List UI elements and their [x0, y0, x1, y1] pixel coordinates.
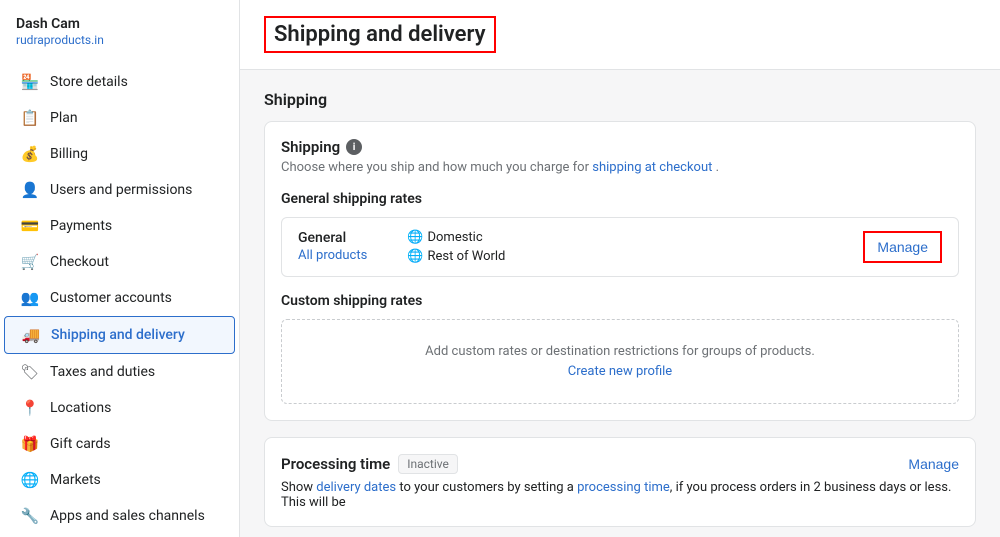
sidebar-item-payments[interactable]: 💳 Payments	[4, 208, 235, 244]
sidebar-item-label-shipping-delivery: Shipping and delivery	[51, 327, 185, 343]
sidebar-item-apps-sales-channels[interactable]: 🔧 Apps and sales channels	[4, 498, 235, 534]
checkout-icon: 🛒	[20, 252, 40, 272]
shipping-rate-row: General All products 🌐 Domestic 🌐 Rest o…	[281, 217, 959, 277]
sidebar-item-taxes-duties[interactable]: 🏷 Taxes and duties	[4, 354, 235, 390]
customer-accounts-icon: 👥	[20, 288, 40, 308]
shipping-section-title: Shipping	[264, 90, 976, 109]
general-rates-title: General shipping rates	[281, 191, 959, 207]
rate-destinations: 🌐 Domestic 🌐 Rest of World	[407, 230, 505, 264]
sidebar-item-customer-accounts[interactable]: 👥 Customer accounts	[4, 280, 235, 316]
gift-cards-icon: 🎁	[20, 434, 40, 454]
apps-sales-channels-icon: 🔧	[20, 506, 40, 526]
rate-label: General	[298, 230, 367, 246]
sidebar-item-shipping-delivery[interactable]: 🚚 Shipping and delivery	[4, 316, 235, 354]
page-header: Shipping and delivery	[240, 0, 1000, 70]
sidebar-item-gift-cards[interactable]: 🎁 Gift cards	[4, 426, 235, 462]
sidebar-item-label-payments: Payments	[50, 218, 112, 234]
locations-icon: 📍	[20, 398, 40, 418]
billing-icon: 💰	[20, 144, 40, 164]
sidebar-item-label-taxes-duties: Taxes and duties	[50, 364, 155, 380]
processing-title: Processing time	[281, 455, 390, 473]
store-name: Dash Cam	[16, 16, 223, 32]
globe-icon-world: 🌐	[407, 249, 423, 264]
manage-processing-button[interactable]: Manage	[908, 456, 959, 472]
sidebar-item-label-plan: Plan	[50, 110, 78, 126]
processing-time-link[interactable]: processing time	[577, 480, 670, 495]
users-permissions-icon: 👤	[20, 180, 40, 200]
taxes-duties-icon: 🏷	[20, 362, 40, 382]
sidebar-item-billing[interactable]: 💰 Billing	[4, 136, 235, 172]
sidebar-item-label-markets: Markets	[50, 472, 101, 488]
sidebar-item-locations[interactable]: 📍 Locations	[4, 390, 235, 426]
manage-general-rates-button[interactable]: Manage	[863, 231, 942, 263]
create-profile-link[interactable]: Create new profile	[568, 364, 672, 379]
processing-badge: Inactive	[398, 454, 458, 474]
sidebar-item-label-billing: Billing	[50, 146, 88, 162]
shipping-card: Shipping i Choose where you ship and how…	[264, 121, 976, 421]
custom-rates-text: Add custom rates or destination restrict…	[306, 344, 934, 359]
page-title: Shipping and delivery	[264, 16, 496, 53]
custom-rates-title: Custom shipping rates	[281, 293, 959, 309]
sidebar-item-label-checkout: Checkout	[50, 254, 109, 270]
processing-text: Show delivery dates to your customers by…	[281, 480, 959, 510]
sidebar-item-checkout[interactable]: 🛒 Checkout	[4, 244, 235, 280]
sidebar-item-label-locations: Locations	[50, 400, 111, 416]
markets-icon: 🌐	[20, 470, 40, 490]
rate-info: General All products 🌐 Domestic 🌐 Rest o…	[298, 230, 505, 264]
sidebar: Dash Cam rudraproducts.in 🏪 Store details…	[0, 0, 240, 537]
shipping-card-title: Shipping i	[281, 138, 959, 156]
rate-sublabel: All products	[298, 248, 367, 263]
sidebar-item-label-gift-cards: Gift cards	[50, 436, 111, 452]
sidebar-item-plan[interactable]: 📋 Plan	[4, 100, 235, 136]
shipping-card-subtitle: Choose where you ship and how much you c…	[281, 160, 959, 175]
main-content: Shipping and delivery Shipping Shipping …	[240, 0, 1000, 537]
sidebar-nav: 🏪 Store details 📋 Plan 💰 Billing 👤 Users and pe…	[0, 56, 239, 537]
sidebar-item-users-permissions[interactable]: 👤 Users and permissions	[4, 172, 235, 208]
shipping-checkout-link[interactable]: shipping at checkout	[592, 160, 712, 175]
shipping-delivery-icon: 🚚	[21, 325, 41, 345]
processing-time-card: Processing time Inactive Manage Show del…	[264, 437, 976, 527]
sidebar-item-label-store-details: Store details	[50, 74, 128, 90]
info-icon: i	[346, 139, 362, 155]
sidebar-item-label-customer-accounts: Customer accounts	[50, 290, 172, 306]
rate-destination-world: 🌐 Rest of World	[407, 249, 505, 264]
delivery-dates-link[interactable]: delivery dates	[316, 480, 396, 495]
rate-label-group: General All products	[298, 230, 367, 264]
sidebar-item-store-details[interactable]: 🏪 Store details	[4, 64, 235, 100]
sidebar-header: Dash Cam rudraproducts.in	[0, 0, 239, 56]
globe-icon-domestic: 🌐	[407, 230, 423, 245]
payments-icon: 💳	[20, 216, 40, 236]
plan-icon: 📋	[20, 108, 40, 128]
rate-destination-domestic: 🌐 Domestic	[407, 230, 505, 245]
store-details-icon: 🏪	[20, 72, 40, 92]
sidebar-item-label-apps-sales-channels: Apps and sales channels	[50, 508, 205, 524]
processing-title-row: Processing time Inactive	[281, 454, 458, 474]
sidebar-item-markets[interactable]: 🌐 Markets	[4, 462, 235, 498]
custom-rates-box: Add custom rates or destination restrict…	[281, 319, 959, 404]
processing-header: Processing time Inactive Manage	[281, 454, 959, 474]
sidebar-item-label-users-permissions: Users and permissions	[50, 182, 192, 198]
store-url[interactable]: rudraproducts.in	[16, 33, 104, 47]
custom-rates-section: Custom shipping rates Add custom rates o…	[281, 293, 959, 404]
content-area: Shipping Shipping i Choose where you shi…	[240, 70, 1000, 537]
